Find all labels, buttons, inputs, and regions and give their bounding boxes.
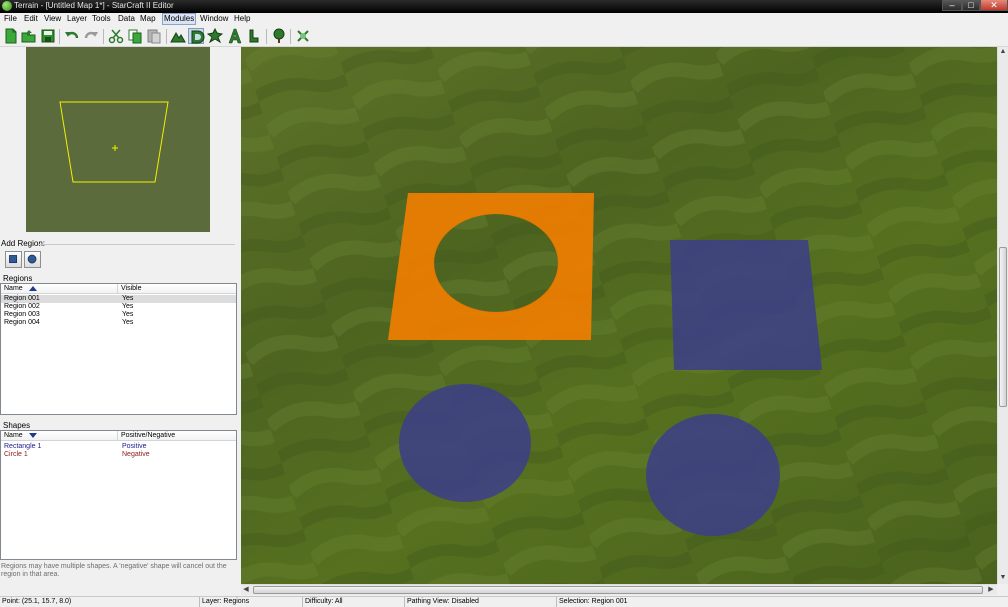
menu-window[interactable]: Window [199, 13, 229, 25]
sort-descending-icon [28, 432, 37, 438]
regions-visible-column-header[interactable]: Visible [118, 284, 236, 294]
menu-map[interactable]: Map [139, 13, 157, 25]
menu-file[interactable]: File [3, 13, 18, 25]
regions-name-column-header[interactable]: Name [1, 284, 118, 294]
cut-icon[interactable] [108, 28, 124, 44]
terrain-viewport[interactable] [241, 47, 997, 584]
rectangle-shape-icon [9, 255, 18, 264]
vertical-scrollbar[interactable]: ▲ ▼ [997, 47, 1008, 584]
horizontal-scrollbar[interactable]: ◀ ▶ [241, 584, 997, 595]
shapes-list-header: Name Positive/Negative [1, 431, 236, 441]
minimap[interactable] [26, 47, 210, 232]
undo-icon[interactable] [64, 28, 80, 44]
add-circle-region-button[interactable] [24, 251, 41, 268]
units-layer-icon[interactable] [207, 28, 223, 44]
shape-sign: Negative [122, 451, 150, 458]
toolbar [0, 25, 1008, 47]
region-name: Region 001 [4, 295, 40, 302]
shape-row[interactable]: Circle 1 Negative [1, 451, 236, 459]
paste-icon[interactable] [146, 28, 162, 44]
region-004-circle[interactable] [646, 414, 780, 536]
region-row[interactable]: Region 004 Yes [1, 319, 236, 327]
regions-label: Regions [3, 274, 33, 283]
toolbar-separator [290, 29, 291, 44]
region-002-rectangle[interactable] [670, 240, 822, 370]
shapes-name-column-header[interactable]: Name [1, 431, 118, 441]
camera-center-crosshair [112, 145, 118, 151]
region-visible: Yes [122, 295, 134, 302]
toolbar-separator [166, 29, 167, 44]
menu-tools[interactable]: Tools [91, 13, 112, 25]
shape-row[interactable]: Rectangle 1 Positive [1, 443, 236, 451]
circle-shape-icon [27, 254, 37, 264]
vertical-scroll-thumb[interactable] [999, 247, 1007, 407]
toolbar-separator [59, 29, 60, 44]
tree-icon[interactable] [271, 28, 287, 44]
scroll-up-icon[interactable]: ▲ [998, 47, 1008, 57]
help-text: Regions may have multiple shapes. A 'neg… [1, 563, 227, 578]
regions-list-header: Name Visible [1, 284, 236, 294]
text-layer-icon[interactable] [227, 28, 243, 44]
add-region-divider [38, 244, 235, 245]
menu-view[interactable]: View [43, 13, 62, 25]
app-icon [2, 1, 12, 11]
minimize-button[interactable]: – [942, 0, 962, 11]
points-layer-icon[interactable] [246, 28, 262, 44]
region-003-circle[interactable] [399, 384, 531, 502]
region-001-rectangle[interactable] [388, 193, 594, 340]
close-button[interactable]: ✕ [980, 0, 1008, 11]
regions-list[interactable]: Name Visible Region 001 Yes Region 002 Y… [0, 283, 237, 415]
region-row[interactable]: Region 003 Yes [1, 311, 236, 319]
open-map-icon[interactable] [21, 28, 37, 44]
sort-ascending-icon [28, 285, 37, 291]
shape-sign: Positive [122, 443, 147, 450]
window-title: Terrain - [Untitled Map 1*] - StarCraft … [14, 1, 174, 10]
new-map-icon[interactable] [3, 28, 19, 44]
terrain-texture [241, 47, 997, 584]
region-visible: Yes [122, 303, 134, 310]
scroll-down-icon[interactable]: ▼ [998, 573, 1008, 583]
shapes-list[interactable]: Name Positive/Negative Rectangle 1 Posit… [0, 430, 237, 560]
menu-edit[interactable]: Edit [23, 13, 39, 25]
shape-name: Rectangle 1 [4, 443, 42, 450]
redo-icon[interactable] [83, 28, 99, 44]
menu-bar: File Edit View Layer Tools Data Map Modu… [0, 13, 1008, 25]
scroll-right-icon[interactable]: ▶ [986, 585, 996, 595]
shapes-label: Shapes [3, 421, 31, 430]
menu-data[interactable]: Data [117, 13, 136, 25]
region-name: Region 002 [4, 303, 40, 310]
menu-help[interactable]: Help [233, 13, 251, 25]
terrain-layer-icon[interactable] [170, 28, 186, 44]
menu-modules[interactable]: Modules [162, 13, 197, 25]
toolbar-separator [103, 29, 104, 44]
camera-view-outline [59, 101, 169, 183]
add-rectangle-region-button[interactable] [5, 251, 22, 268]
scroll-left-icon[interactable]: ◀ [241, 585, 251, 595]
cleanup-icon[interactable] [295, 28, 311, 44]
shape-name: Circle 1 [4, 451, 28, 458]
region-name: Region 004 [4, 319, 40, 326]
horizontal-scroll-thumb[interactable] [253, 586, 983, 594]
shapes-sign-column-header[interactable]: Positive/Negative [118, 431, 236, 441]
region-visible: Yes [122, 319, 134, 326]
title-bar: Terrain - [Untitled Map 1*] - StarCraft … [0, 0, 1008, 13]
copy-icon[interactable] [127, 28, 143, 44]
menu-layer[interactable]: Layer [66, 13, 88, 25]
region-row[interactable]: Region 002 Yes [1, 303, 236, 311]
status-bar: Point: (25.1, 15.7, 8.0) Layer: Regions … [0, 596, 1008, 607]
save-icon[interactable] [40, 28, 56, 44]
region-visible: Yes [122, 311, 134, 318]
toolbar-separator [266, 29, 267, 44]
maximize-button[interactable]: □ [962, 0, 980, 11]
doodads-layer-icon[interactable] [188, 28, 205, 44]
left-panel: Add Region: Regions Name Visible Region … [0, 47, 241, 597]
region-name: Region 003 [4, 311, 40, 318]
region-row[interactable]: Region 001 Yes [1, 295, 236, 303]
